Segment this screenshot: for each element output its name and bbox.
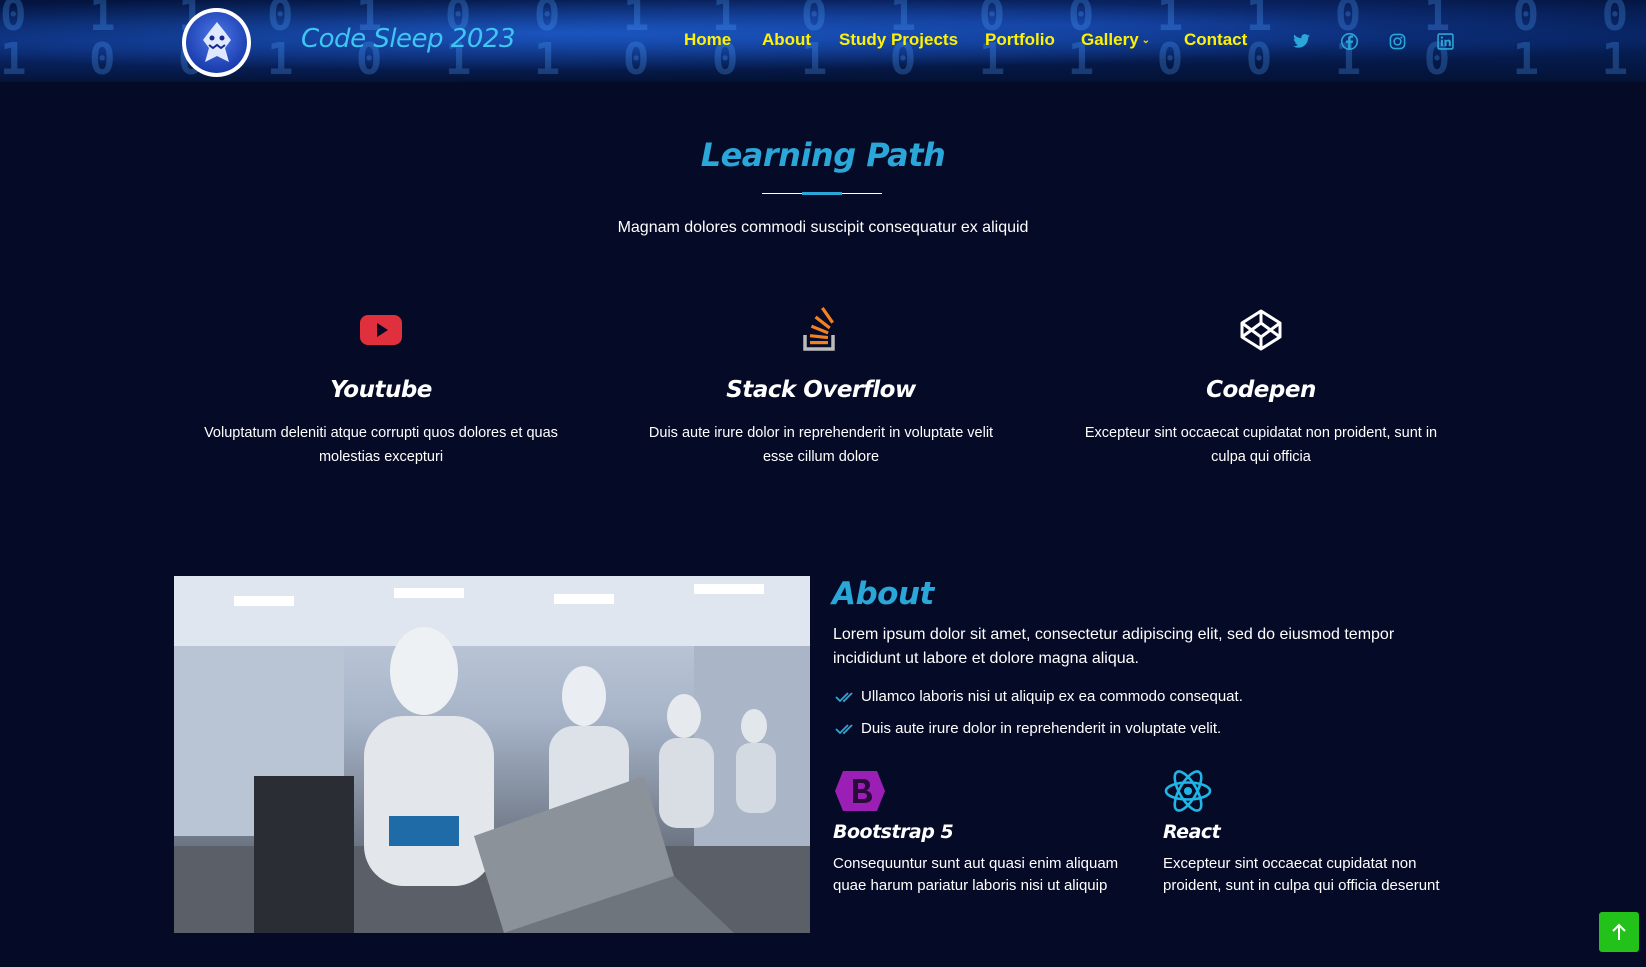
learning-path-title: Learning Path [700, 136, 946, 174]
about-lead: Lorem ipsum dolor sit amet, consectetur … [833, 626, 1395, 667]
card-youtube[interactable]: Youtube Voluptatum deleniti atque corrup… [191, 305, 571, 469]
card-text: Duis aute irure dolor in reprehenderit i… [648, 425, 994, 465]
site-brand[interactable]: Code Sleep 2023 [301, 24, 515, 54]
nav-portfolio[interactable]: Portfolio [985, 30, 1055, 50]
twitter-icon[interactable] [1292, 32, 1310, 50]
card-text: Excepteur sint occaecat cupidatat non pr… [1084, 425, 1438, 465]
feature-react: React Excepteur sint occaecat cupidatat … [1163, 769, 1463, 897]
double-check-icon [835, 723, 855, 735]
check-item: Ullamco laboris nisi ut aliquip ex ea co… [835, 688, 1243, 705]
facebook-icon[interactable] [1340, 32, 1358, 50]
feature-text: Excepteur sint occaecat cupidatat non pr… [1163, 855, 1440, 894]
react-icon [1163, 769, 1463, 813]
bootstrap-icon [833, 769, 1153, 813]
feature-title: React [1163, 821, 1221, 843]
arrow-up-icon [1612, 923, 1626, 940]
feature-bootstrap: Bootstrap 5 Consequuntur sunt aut quasi … [833, 769, 1153, 897]
nav-gallery[interactable]: Gallery ⌄ [1081, 30, 1150, 50]
stack-overflow-icon [631, 305, 1011, 355]
card-title: Stack Overflow [726, 377, 916, 403]
site-logo[interactable] [182, 8, 251, 77]
nav-home[interactable]: Home [684, 30, 731, 50]
title-underline-accent [802, 192, 842, 195]
card-text: Voluptatum deleniti atque corrupti quos … [204, 425, 558, 465]
nav-contact[interactable]: Contact [1184, 30, 1247, 50]
check-text: Duis aute irure dolor in reprehenderit i… [861, 720, 1222, 737]
robots-at-laptops-image [174, 576, 810, 933]
linkedin-icon[interactable] [1436, 32, 1454, 50]
check-text: Ullamco laboris nisi ut aliquip ex ea co… [861, 688, 1243, 705]
nav-about[interactable]: About [762, 30, 811, 50]
learning-path-subtitle: Magnam dolores commodi suscipit consequa… [617, 219, 1029, 236]
codepen-icon [1071, 305, 1451, 355]
feature-title: Bootstrap 5 [833, 821, 954, 843]
card-title: Youtube [330, 377, 432, 403]
chevron-down-icon: ⌄ [1141, 35, 1151, 46]
instagram-icon[interactable] [1388, 32, 1406, 50]
check-item: Duis aute irure dolor in reprehenderit i… [835, 720, 1221, 737]
card-codepen[interactable]: Codepen Excepteur sint occaecat cupidata… [1071, 305, 1451, 469]
about-title: About [832, 576, 934, 612]
feature-text: Consequuntur sunt aut quasi enim aliquam… [833, 855, 1119, 894]
card-title: Codepen [1206, 377, 1316, 403]
card-stack-overflow[interactable]: Stack Overflow Duis aute irure dolor in … [631, 305, 1011, 469]
back-to-top-button[interactable] [1599, 912, 1639, 952]
youtube-icon [191, 305, 571, 355]
nav-study-projects[interactable]: Study Projects [839, 30, 958, 50]
double-check-icon [835, 691, 855, 703]
site-header: 0 1 1 0 1 0 0 1 1 0 1 0 0 1 1 0 1 0 0 1 … [0, 0, 1646, 82]
